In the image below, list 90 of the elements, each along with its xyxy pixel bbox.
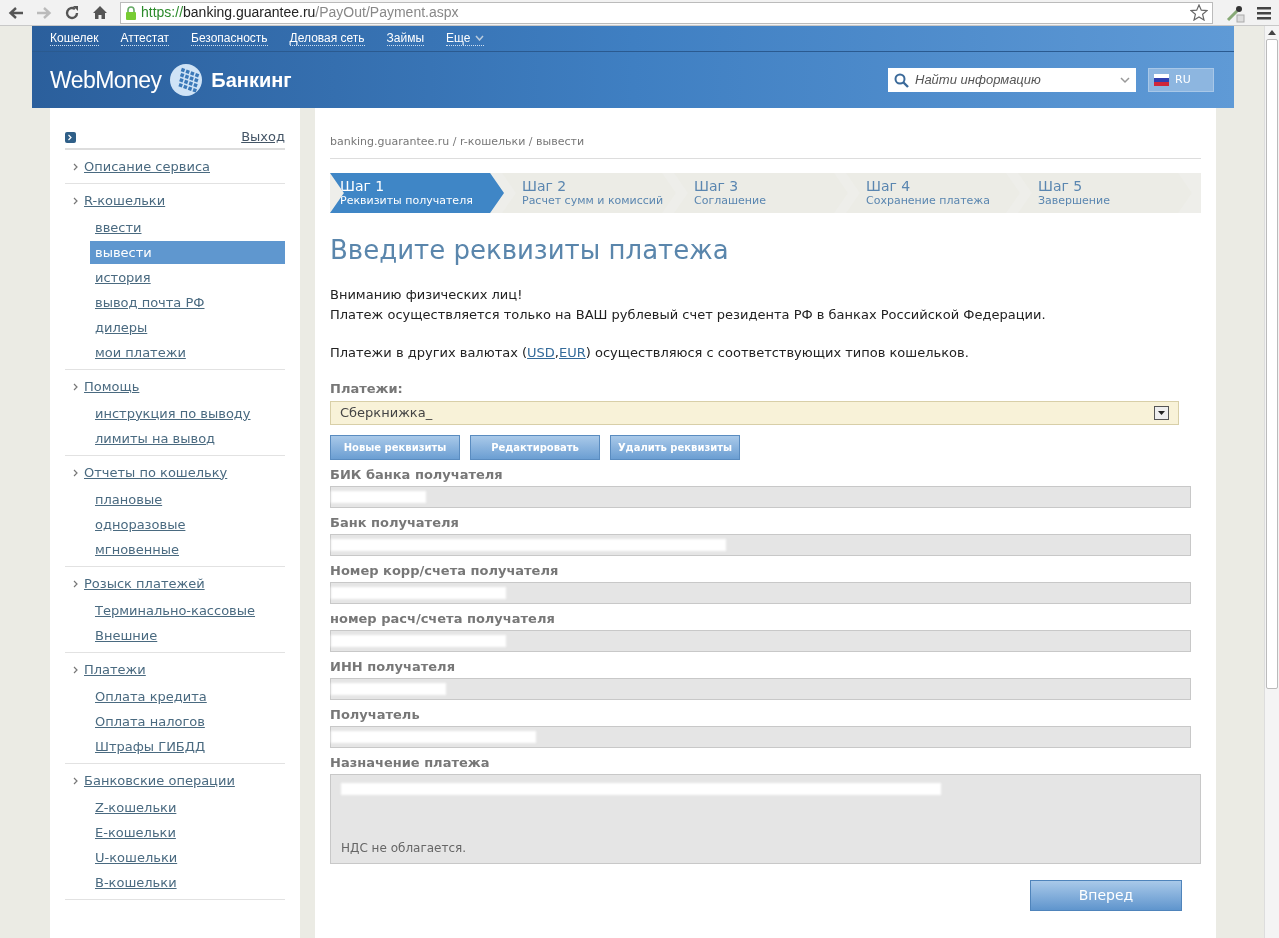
nav-link[interactable]: Деловая сеть (289, 31, 365, 46)
sidebar-section-link[interactable]: Описание сервиса (84, 156, 210, 177)
flag-icon (1154, 74, 1169, 86)
sidebar-section-link[interactable]: R-кошельки (84, 190, 166, 211)
sidebar-item[interactable]: Оплата кредита (90, 685, 285, 708)
payments-select[interactable]: Сберкнижка_ (330, 401, 1179, 425)
chevron-icon (474, 35, 484, 41)
sidebar-section-link[interactable]: Банковские операции (84, 770, 235, 791)
step-tab[interactable]: Шаг 2 Расчет сумм и комиссий (502, 173, 676, 213)
lock-icon (125, 5, 137, 20)
sidebar-section-link[interactable]: Помощь (84, 376, 140, 397)
field-label: Банк получателя (330, 515, 460, 531)
input-field[interactable] (330, 726, 1191, 748)
sidebar-item[interactable]: Штрафы ГИБДД (90, 735, 285, 758)
breadcrumb: banking.guarantee.ru / r-кошельки / вывести (330, 135, 585, 148)
input-field[interactable] (330, 630, 1191, 652)
bullet-icon (73, 468, 78, 477)
search-field[interactable]: Найти информацию (888, 68, 1136, 92)
back-icon[interactable] (8, 5, 24, 20)
sidebar-item[interactable]: вывод почта РФ (90, 291, 285, 314)
sidebar-section-link[interactable]: Отчеты по кошельку (84, 462, 228, 483)
address-bar[interactable]: https://banking.guarantee.ru/PayOut/Payment.aspx (120, 1, 1213, 24)
purpose-textarea[interactable]: НДС не облагается. (330, 774, 1201, 864)
field-label: ИНН получателя (330, 659, 456, 675)
url-text: https://banking.guarantee.ru/PayOut/Payment.aspx (141, 3, 459, 22)
bullet-icon (73, 382, 78, 391)
currency-note: Платежи в других валютах (USD,EUR) осуществляюся с соответствующих типов кошельков. (330, 344, 970, 362)
search-input[interactable]: Найти информацию (915, 70, 1114, 90)
sidebar-item[interactable]: плановые (90, 488, 285, 511)
scroll-up-icon[interactable] (1268, 30, 1276, 35)
input-field[interactable] (330, 582, 1191, 604)
star-icon[interactable] (1190, 4, 1208, 21)
step-tab[interactable]: Шаг 1 Реквизиты получателя (330, 173, 504, 213)
bullet-icon (73, 196, 78, 205)
search-icon (894, 72, 909, 88)
sidebar-item[interactable]: ввести (90, 216, 285, 239)
sidebar-item[interactable]: B-кошельки (90, 871, 285, 894)
menu-icon[interactable] (1257, 5, 1271, 20)
sidebar-item[interactable]: одноразовые (90, 513, 285, 536)
sidebar-section-link[interactable]: Платежи (84, 659, 146, 680)
sidebar-item[interactable]: инструкция по выводу (90, 402, 285, 425)
field-label: Номер корр/счета получателя (330, 563, 560, 579)
field-label: Платежи: (330, 381, 404, 397)
sidebar-item[interactable]: E-кошельки (90, 821, 285, 844)
currency-link[interactable]: USD (527, 345, 555, 360)
sidebar-item[interactable]: Оплата налогов (90, 710, 285, 733)
sidebar-item[interactable]: Z-кошельки (90, 796, 285, 819)
field-label: БИК банка получателя (330, 467, 504, 483)
expand-icon[interactable] (65, 131, 76, 143)
sidebar-item[interactable]: вывести (90, 241, 285, 264)
sidebar-item[interactable]: U-кошельки (90, 846, 285, 869)
chevron-icon (1120, 76, 1130, 84)
reload-icon[interactable] (64, 4, 80, 21)
bullet-icon (73, 665, 78, 674)
logout-link[interactable]: Выход (241, 127, 285, 147)
sidebar-item[interactable]: Терминально-кассовые (90, 599, 285, 622)
sidebar-item[interactable]: мгновенные (90, 538, 285, 561)
step-tab[interactable]: Шаг 4 Сохранение платежа (846, 173, 1020, 213)
sidebar-section-link[interactable]: Розыск платежей (84, 573, 205, 594)
sidebar-item[interactable]: Внешние (90, 624, 285, 647)
notice-text: Платеж осуществляется только на ВАШ рублевый счет резидента РФ в банках Российской Федерации. (330, 306, 1047, 324)
logo-text: Банкинг (211, 68, 292, 93)
dropdown-icon (1154, 406, 1169, 420)
notice-text: Вниманию физических лиц! (330, 286, 524, 304)
step-tab[interactable]: Шаг 3 Соглашение (674, 173, 848, 213)
home-icon[interactable] (92, 5, 108, 20)
sidebar-item[interactable]: дилеры (90, 316, 285, 339)
nav-link[interactable]: Займы (386, 31, 425, 46)
sidebar-item[interactable]: мои платежи (90, 341, 285, 364)
bullet-icon (73, 162, 78, 171)
nav-link[interactable]: Безопасность (191, 31, 268, 46)
nav-link[interactable]: Еще (446, 31, 484, 46)
nav-link[interactable]: Кошелек (50, 31, 99, 46)
input-field[interactable] (330, 534, 1191, 556)
field-label: Назначение платежа (330, 755, 491, 771)
sidebar-item[interactable]: история (90, 266, 285, 289)
bullet-icon (73, 579, 78, 588)
logo-text: WebMoney (50, 65, 162, 95)
globe-logo-icon (169, 63, 204, 97)
field-label: Получатель (330, 707, 421, 723)
nav-link[interactable]: Аттестат (120, 31, 170, 46)
input-field[interactable] (330, 678, 1191, 700)
field-label: номер расч/счета получателя (330, 611, 556, 627)
input-field[interactable] (330, 486, 1191, 508)
currency-link[interactable]: EUR (559, 345, 586, 360)
sidebar-item[interactable]: лимиты на вывод (90, 427, 285, 450)
page-heading: Введите реквизиты платежа (330, 234, 730, 267)
forward-icon[interactable] (36, 5, 52, 20)
bullet-icon (73, 776, 78, 785)
step-tab[interactable]: Шаг 5 Завершение (1018, 173, 1192, 213)
